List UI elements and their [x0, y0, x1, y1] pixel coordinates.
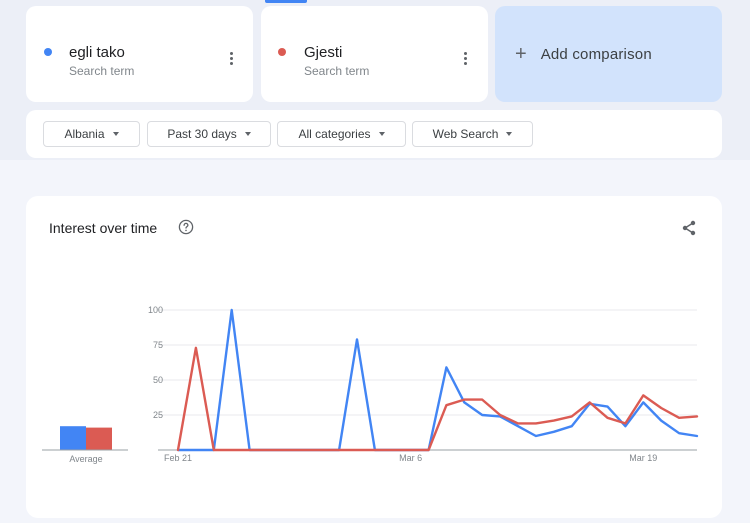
more-vert-icon[interactable]	[230, 52, 234, 65]
filter-bar: Albania Past 30 days All categories Web …	[26, 110, 722, 158]
search-term-card-2[interactable]: Gjesti Search term	[261, 6, 488, 102]
share-icon[interactable]	[680, 219, 698, 237]
filter-region-dropdown[interactable]: Albania	[43, 121, 140, 147]
filter-search-type-dropdown[interactable]: Web Search	[412, 121, 533, 147]
active-tab-indicator	[265, 0, 307, 3]
more-vert-icon[interactable]	[464, 52, 468, 65]
add-comparison-button[interactable]: + Add comparison	[495, 6, 722, 102]
search-term-card-1[interactable]: egli tako Search term	[26, 6, 253, 102]
filter-time-dropdown[interactable]: Past 30 days	[147, 121, 271, 147]
caret-down-icon	[378, 132, 385, 136]
add-comparison-label: Add comparison	[540, 45, 652, 63]
filter-category-dropdown[interactable]: All categories	[277, 121, 406, 147]
interest-over-time-card: Interest over time	[26, 196, 722, 518]
filter-label: Past 30 days	[167, 127, 237, 141]
search-term-sublabel: Search term	[304, 64, 370, 78]
search-term-label: Gjesti	[304, 44, 343, 61]
filter-label: Albania	[64, 127, 105, 141]
search-term-label: egli tako	[69, 44, 125, 61]
caret-down-icon	[506, 132, 513, 136]
chart-title: Interest over time	[49, 220, 158, 236]
caret-down-icon	[244, 132, 251, 136]
filter-label: All categories	[298, 127, 371, 141]
search-term-sublabel: Search term	[69, 64, 135, 78]
plus-icon: +	[515, 43, 527, 65]
caret-down-icon	[112, 132, 119, 136]
filter-label: Web Search	[432, 127, 499, 141]
series-color-dot	[44, 48, 52, 56]
question-circle-icon[interactable]	[178, 219, 194, 235]
series-color-dot	[278, 48, 286, 56]
